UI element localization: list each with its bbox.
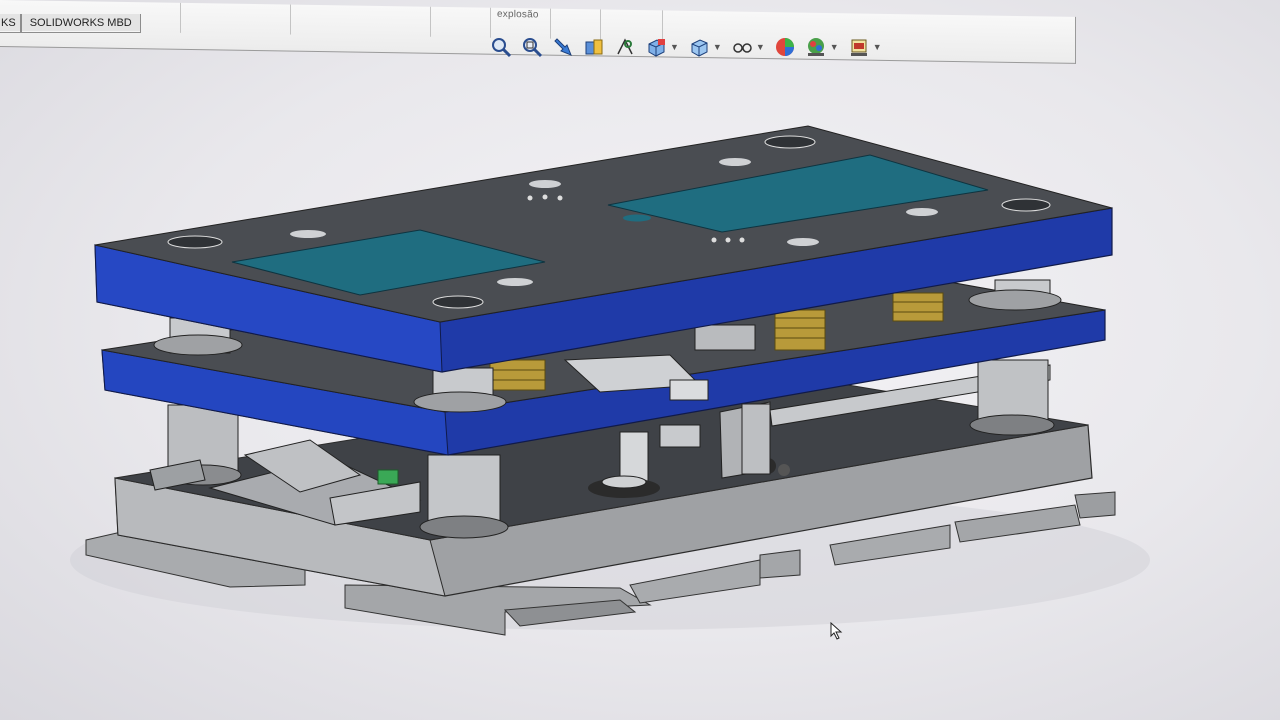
graphics-viewport[interactable] xyxy=(0,0,1280,720)
mouse-cursor-icon xyxy=(830,622,843,640)
